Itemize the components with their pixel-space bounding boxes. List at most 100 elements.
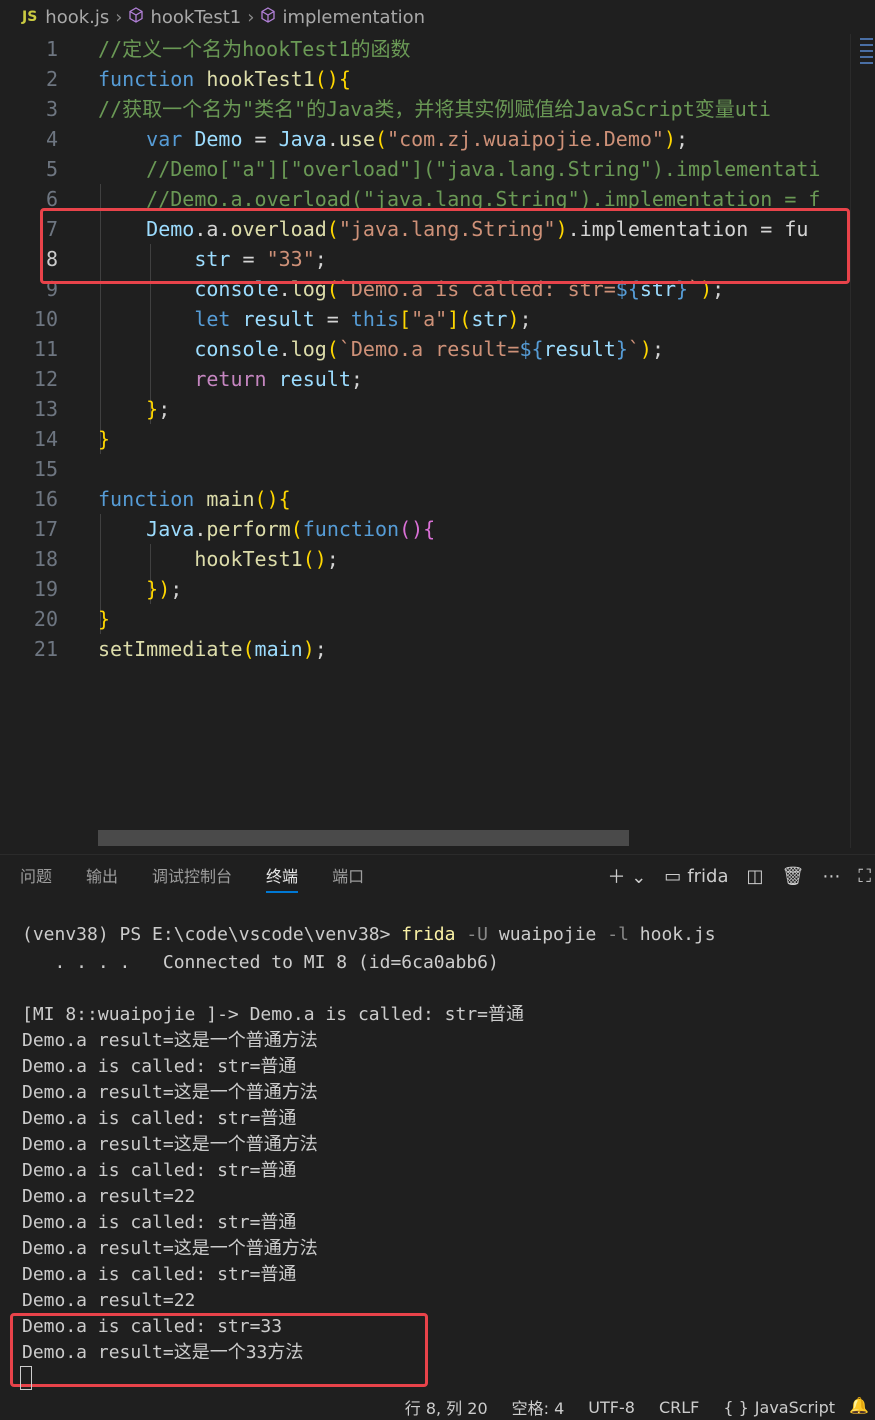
code-line[interactable]: 21 setImmediate(main);: [0, 634, 850, 664]
chevron-right-icon: ›: [115, 6, 123, 28]
code-text: //获取一个名为"类名"的Java类，并将其实例赋值给JavaScript变量u…: [98, 97, 771, 121]
line-number: 5: [45, 157, 58, 181]
line-number: 13: [33, 397, 58, 421]
terminal-line: [MI 8::wuaipojie ]-> Demo.a is called: s…: [22, 1004, 524, 1025]
tab-problems[interactable]: 问题: [20, 855, 52, 899]
code-text: hookTest1();: [194, 547, 339, 571]
code-line[interactable]: 10 let result = this["a"](str);: [0, 304, 850, 334]
add-terminal-icon[interactable]: ＋ ⌄: [607, 863, 646, 889]
code-line[interactable]: 12 return result;: [0, 364, 850, 394]
line-number: 21: [33, 637, 58, 661]
cursor-position[interactable]: 行 8, 列 20: [405, 1395, 488, 1419]
more-actions-icon[interactable]: ⋯: [822, 866, 840, 887]
line-number: 17: [33, 517, 58, 541]
terminal-line: Demo.a result=这是一个普通方法: [22, 1082, 318, 1103]
encoding[interactable]: UTF-8: [588, 1398, 635, 1417]
function-cube-icon: [128, 6, 144, 28]
tab-debug-console[interactable]: 调试控制台: [152, 855, 232, 899]
line-number: 16: [33, 487, 58, 511]
code-line[interactable]: 13 };: [0, 394, 850, 424]
line-number: 10: [33, 307, 58, 331]
code-text: setImmediate(main);: [98, 637, 327, 661]
terminal-line: Demo.a result=这是一个普通方法: [22, 1134, 318, 1155]
breadcrumb-member[interactable]: implementation: [282, 7, 425, 28]
code-line[interactable]: 19 });: [0, 574, 850, 604]
code-line[interactable]: 1 //定义一个名为hookTest1的函数: [0, 34, 850, 64]
line-number: 14: [33, 427, 58, 451]
terminal-cursor: [20, 1366, 32, 1390]
code-line[interactable]: 20}: [0, 604, 850, 634]
terminal-line: Demo.a result=22: [22, 1290, 196, 1311]
code-line[interactable]: 2 function hookTest1(){: [0, 64, 850, 94]
line-number: 11: [33, 337, 58, 361]
line-number: 18: [33, 547, 58, 571]
code-line[interactable]: 11 console.log(`Demo.a result=${result}`…: [0, 334, 850, 364]
terminal-line: Demo.a is called: str=普通: [22, 1056, 297, 1077]
code-text: Java.perform(function(){: [146, 517, 436, 541]
code-line[interactable]: 5 //Demo["a"]["overload"]("java.lang.Str…: [0, 154, 850, 184]
breadcrumb-function[interactable]: hookTest1: [150, 7, 241, 28]
code-text: console.log(`Demo.a result=${result}`);: [194, 337, 664, 361]
code-text: }: [98, 607, 111, 631]
line-ending[interactable]: CRLF: [659, 1398, 699, 1417]
terminal-line: Demo.a is called: str=普通: [22, 1212, 297, 1233]
code-text: });: [146, 577, 183, 601]
code-text: function hookTest1(){: [98, 67, 351, 91]
code-line[interactable]: 16 function main(){: [0, 484, 850, 514]
terminal-line: Demo.a is called: str=普通: [22, 1108, 297, 1129]
highlight-box-terminal: [10, 1313, 428, 1387]
breadcrumb: JS hook.js › hookTest1 › implementation: [0, 0, 875, 34]
code-line[interactable]: 14}: [0, 424, 850, 454]
split-terminal-icon[interactable]: ◫: [747, 866, 764, 887]
code-text: function main(){: [98, 487, 291, 511]
terminal-line: Demo.a result=这是一个普通方法: [22, 1030, 318, 1051]
code-text: return result;: [194, 367, 363, 391]
maximize-panel-icon[interactable]: ⛶: [858, 866, 871, 887]
line-number: 19: [33, 577, 58, 601]
javascript-file-icon: JS: [22, 9, 38, 25]
indentation[interactable]: 空格: 4: [512, 1395, 565, 1419]
code-line[interactable]: 15: [0, 454, 850, 484]
highlight-box-code: [40, 208, 850, 284]
breadcrumb-file[interactable]: hook.js: [45, 7, 109, 28]
terminal-command-line: (venv38) PS E:\code\vscode\venv38> frida…: [22, 924, 716, 945]
code-line[interactable]: 4 var Demo = Java.use("com.zj.wuaipojie.…: [0, 124, 850, 154]
code-text: let result = this["a"](str);: [194, 307, 532, 331]
line-number: 15: [33, 457, 58, 481]
chevron-right-icon: ›: [247, 6, 255, 28]
terminal-line: Demo.a is called: str=普通: [22, 1264, 297, 1285]
code-text: //定义一个名为hookTest1的函数: [98, 37, 411, 61]
minimap[interactable]: [858, 34, 875, 84]
code-text: var Demo = Java.use("com.zj.wuaipojie.De…: [146, 127, 689, 151]
code-line[interactable]: 17 Java.perform(function(){: [0, 514, 850, 544]
line-number: 20: [33, 607, 58, 631]
code-text: //Demo["a"]["overload"]("java.lang.Strin…: [98, 157, 821, 181]
method-cube-icon: [260, 6, 276, 28]
code-line[interactable]: 18 hookTest1();: [0, 544, 850, 574]
language-mode[interactable]: JavaScript: [755, 1398, 835, 1417]
tab-terminal[interactable]: 终端: [266, 855, 299, 899]
code-text: }: [98, 427, 111, 451]
trash-icon[interactable]: 🗑: [782, 866, 805, 887]
panel-actions: ＋ ⌄ ▭ frida ◫ 🗑 ⋯ ⛶: [607, 854, 875, 898]
terminal-line: . . . . Connected to MI 8 (id=6ca0abb6): [22, 952, 499, 973]
line-number: 1: [45, 37, 58, 61]
bell-icon[interactable]: 🔔: [849, 1396, 869, 1415]
line-number: 3: [45, 97, 58, 121]
line-number: 12: [33, 367, 58, 391]
terminal-line: Demo.a is called: str=普通: [22, 1160, 297, 1181]
tab-output[interactable]: 输出: [86, 855, 118, 899]
editor-ruler: [850, 34, 851, 848]
terminal-line: Demo.a result=22: [22, 1186, 196, 1207]
braces-icon: { }: [723, 1397, 749, 1417]
status-bar: 行 8, 列 20 空格: 4 UTF-8 CRLF { } JavaScrip…: [0, 1394, 875, 1420]
code-line[interactable]: 3 //获取一个名为"类名"的Java类，并将其实例赋值给JavaScript变量…: [0, 94, 850, 124]
terminal-icon: ▭: [664, 865, 682, 887]
horizontal-scrollbar[interactable]: [98, 830, 629, 846]
tab-ports[interactable]: 端口: [332, 855, 364, 899]
line-number: 4: [45, 127, 58, 151]
terminal-line: Demo.a result=这是一个普通方法: [22, 1238, 318, 1259]
code-editor[interactable]: 1 //定义一个名为hookTest1的函数 2 function hookTest1…: [0, 34, 850, 848]
line-number: 2: [45, 67, 58, 91]
terminal-name[interactable]: frida: [687, 866, 728, 887]
